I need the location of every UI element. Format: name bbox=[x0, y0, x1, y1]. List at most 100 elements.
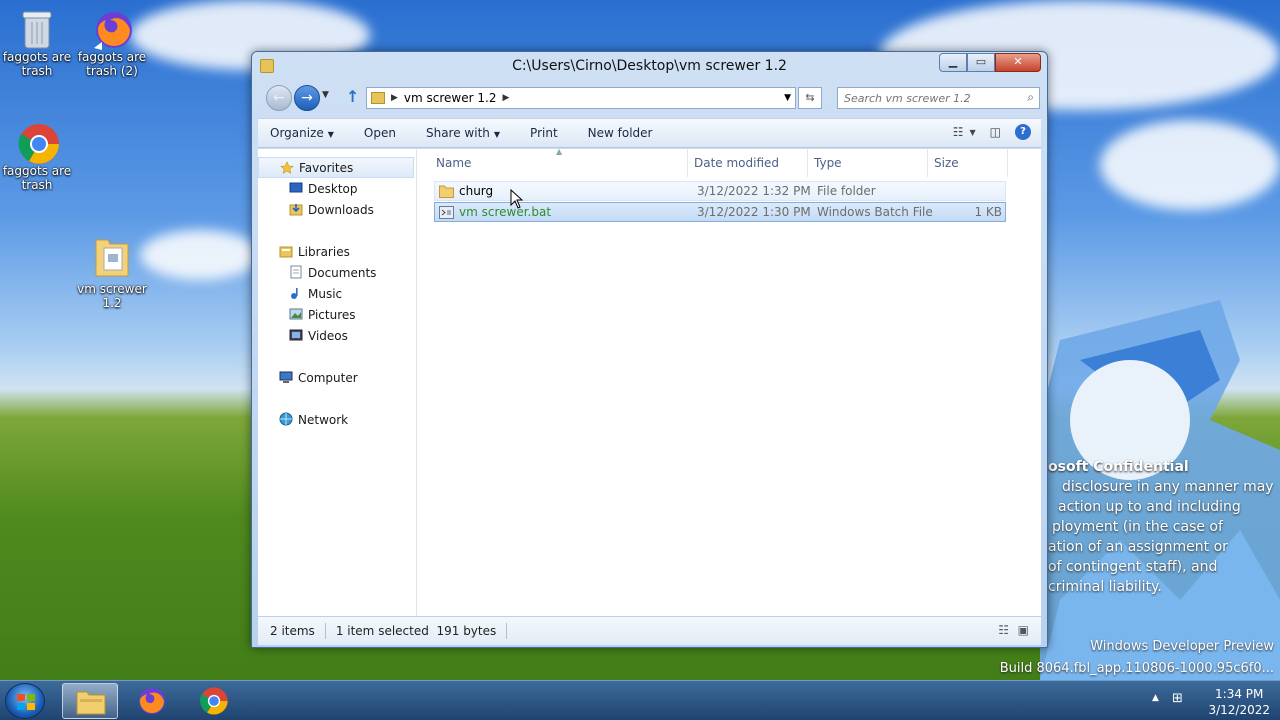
pictures-icon bbox=[289, 308, 303, 320]
folder-icon bbox=[76, 691, 106, 715]
navigation-bar: ← → ▼ ↑ ▶ vm screwer 1.2 ▶ ▼ ⇆ ⌕ bbox=[252, 82, 1047, 114]
star-icon bbox=[280, 161, 294, 174]
watermark-line: ployment (in the case of bbox=[1052, 519, 1223, 535]
sort-arrow-icon: ▲ bbox=[556, 147, 563, 156]
chevron-right-icon[interactable]: ▶ bbox=[502, 93, 509, 103]
details-view-icon[interactable]: ☷ bbox=[998, 623, 1009, 637]
file-name: vm screwer.bat bbox=[459, 205, 552, 219]
batch-file-icon bbox=[439, 206, 454, 219]
file-type: File folder bbox=[817, 184, 876, 198]
taskbar-explorer-button[interactable] bbox=[62, 683, 118, 719]
watermark-line: disclosure in any manner may bbox=[1062, 479, 1274, 495]
file-list[interactable]: ▲ Name Date modified Type Size churg 3/1… bbox=[418, 147, 1041, 616]
recycle-bin-icon bbox=[17, 8, 57, 49]
desktop-icon-label: faggots are trash bbox=[2, 164, 72, 192]
taskbar-chrome-button[interactable] bbox=[186, 683, 242, 719]
nav-item-label: Desktop bbox=[308, 181, 358, 196]
desktop-icon-recycle-bin[interactable]: faggots are trash bbox=[0, 8, 77, 78]
preview-pane-icon[interactable]: ◫ bbox=[990, 125, 1001, 139]
nav-item-label: Favorites bbox=[299, 160, 354, 175]
clock-time: 1:34 PM bbox=[1215, 687, 1264, 701]
nav-item-downloads[interactable]: Downloads bbox=[258, 199, 416, 220]
nav-item-label: Downloads bbox=[308, 202, 374, 217]
confidential-watermark: osoft Confidential disclosure in any man… bbox=[1048, 457, 1274, 597]
chevron-down-icon[interactable]: ▼ bbox=[970, 128, 976, 137]
open-button[interactable]: Open bbox=[364, 126, 396, 140]
search-input[interactable] bbox=[838, 88, 1013, 108]
file-name-cell: churg bbox=[435, 184, 697, 198]
file-name-cell: vm screwer.bat bbox=[435, 205, 697, 219]
nav-item-favorites[interactable]: Favorites bbox=[258, 157, 414, 178]
search-box[interactable]: ⌕ bbox=[837, 87, 1040, 109]
network-icon bbox=[279, 412, 293, 426]
title-bar[interactable]: C:\Users\Cirno\Desktop\vm screwer 1.2 ▁ … bbox=[252, 52, 1047, 82]
nav-item-music[interactable]: Music bbox=[258, 283, 416, 304]
windows-logo-icon bbox=[17, 694, 35, 710]
share-with-label: Share with bbox=[425, 126, 490, 140]
cloud bbox=[140, 230, 260, 280]
back-button[interactable]: ← bbox=[266, 85, 292, 111]
explorer-window[interactable]: C:\Users\Cirno\Desktop\vm screwer 1.2 ▁ … bbox=[251, 51, 1048, 648]
share-with-menu[interactable]: Share with ▼ bbox=[426, 126, 500, 140]
organize-menu[interactable]: Organize ▼ bbox=[270, 126, 334, 140]
maximize-button[interactable]: ▭ bbox=[967, 53, 995, 72]
navigation-pane[interactable]: Favorites Desktop Downloads Libraries Do… bbox=[258, 149, 417, 616]
desktop-icon-firefox[interactable]: faggots are trash (2) bbox=[72, 8, 152, 78]
desktop-icon-vm-screwer-folder[interactable]: vm screwer 1.2 bbox=[72, 234, 152, 310]
column-headers: ▲ Name Date modified Type Size bbox=[418, 147, 1041, 177]
recent-pages-dropdown[interactable]: ▼ bbox=[322, 90, 329, 100]
minimize-button[interactable]: ▁ bbox=[939, 53, 967, 72]
taskbar: ▲ ⊞ 1:34 PM 3/12/2022 bbox=[0, 680, 1280, 720]
column-header-name[interactable]: Name bbox=[418, 149, 688, 177]
help-icon[interactable]: ? bbox=[1015, 124, 1031, 140]
nav-item-libraries[interactable]: Libraries bbox=[258, 241, 416, 262]
show-hidden-icons-icon[interactable]: ▲ bbox=[1152, 693, 1159, 703]
chevron-down-icon: ▼ bbox=[327, 130, 334, 139]
downloads-icon bbox=[289, 204, 303, 216]
clock[interactable]: 1:34 PM 3/12/2022 bbox=[1208, 686, 1270, 718]
computer-icon bbox=[279, 371, 293, 383]
address-segment[interactable]: vm screwer 1.2 bbox=[404, 91, 497, 105]
videos-icon bbox=[289, 329, 303, 341]
forward-button[interactable]: → bbox=[294, 85, 320, 111]
print-button[interactable]: Print bbox=[530, 126, 558, 140]
taskbar-firefox-button[interactable] bbox=[124, 683, 180, 719]
chevron-down-icon[interactable]: ▼ bbox=[784, 93, 791, 103]
column-header-date-modified[interactable]: Date modified bbox=[688, 149, 808, 177]
chevron-right-icon[interactable]: ▶ bbox=[391, 93, 398, 103]
firefox-icon bbox=[92, 8, 132, 50]
address-bar[interactable]: ▶ vm screwer 1.2 ▶ ▼ bbox=[366, 87, 796, 109]
desktop-icon-label: vm screwer 1.2 bbox=[77, 282, 147, 310]
nav-item-computer[interactable]: Computer bbox=[258, 367, 416, 388]
file-date: 3/12/2022 1:32 PM bbox=[697, 184, 811, 198]
file-name: churg bbox=[459, 184, 494, 198]
selection-info: 1 item selected 191 bytes bbox=[335, 624, 497, 638]
nav-item-desktop[interactable]: Desktop bbox=[258, 178, 416, 199]
column-header-type[interactable]: Type bbox=[808, 149, 928, 177]
nav-item-documents[interactable]: Documents bbox=[258, 262, 416, 283]
status-bar: 2 items 1 item selected 191 bytes ☷ ▣ bbox=[258, 617, 1041, 645]
refresh-button[interactable]: ⇆ bbox=[798, 87, 822, 109]
new-folder-button[interactable]: New folder bbox=[588, 126, 653, 140]
close-button[interactable]: ✕ bbox=[995, 53, 1041, 72]
cloud bbox=[1100, 120, 1280, 210]
organize-label: Organize bbox=[270, 126, 324, 140]
system-tray: ▲ ⊞ 1:34 PM 3/12/2022 bbox=[1140, 681, 1280, 720]
documents-icon bbox=[290, 265, 302, 279]
start-button[interactable] bbox=[5, 683, 45, 719]
large-icons-view-icon[interactable]: ▣ bbox=[1018, 623, 1029, 637]
nav-item-videos[interactable]: Videos bbox=[258, 325, 416, 346]
status-separator bbox=[506, 623, 508, 639]
desktop-icon-chrome[interactable]: faggots are trash bbox=[0, 122, 77, 192]
up-arrow-icon[interactable]: ↑ bbox=[346, 87, 359, 106]
window-controls: ▁ ▭ ✕ bbox=[939, 53, 1041, 72]
view-options-icon[interactable]: ☷ bbox=[953, 125, 964, 139]
nav-item-network[interactable]: Network bbox=[258, 409, 416, 430]
network-status-icon[interactable]: ⊞ bbox=[1172, 691, 1183, 706]
nav-item-pictures[interactable]: Pictures bbox=[258, 304, 416, 325]
open-label: Open bbox=[363, 126, 396, 140]
column-header-size[interactable]: Size bbox=[928, 149, 1008, 177]
